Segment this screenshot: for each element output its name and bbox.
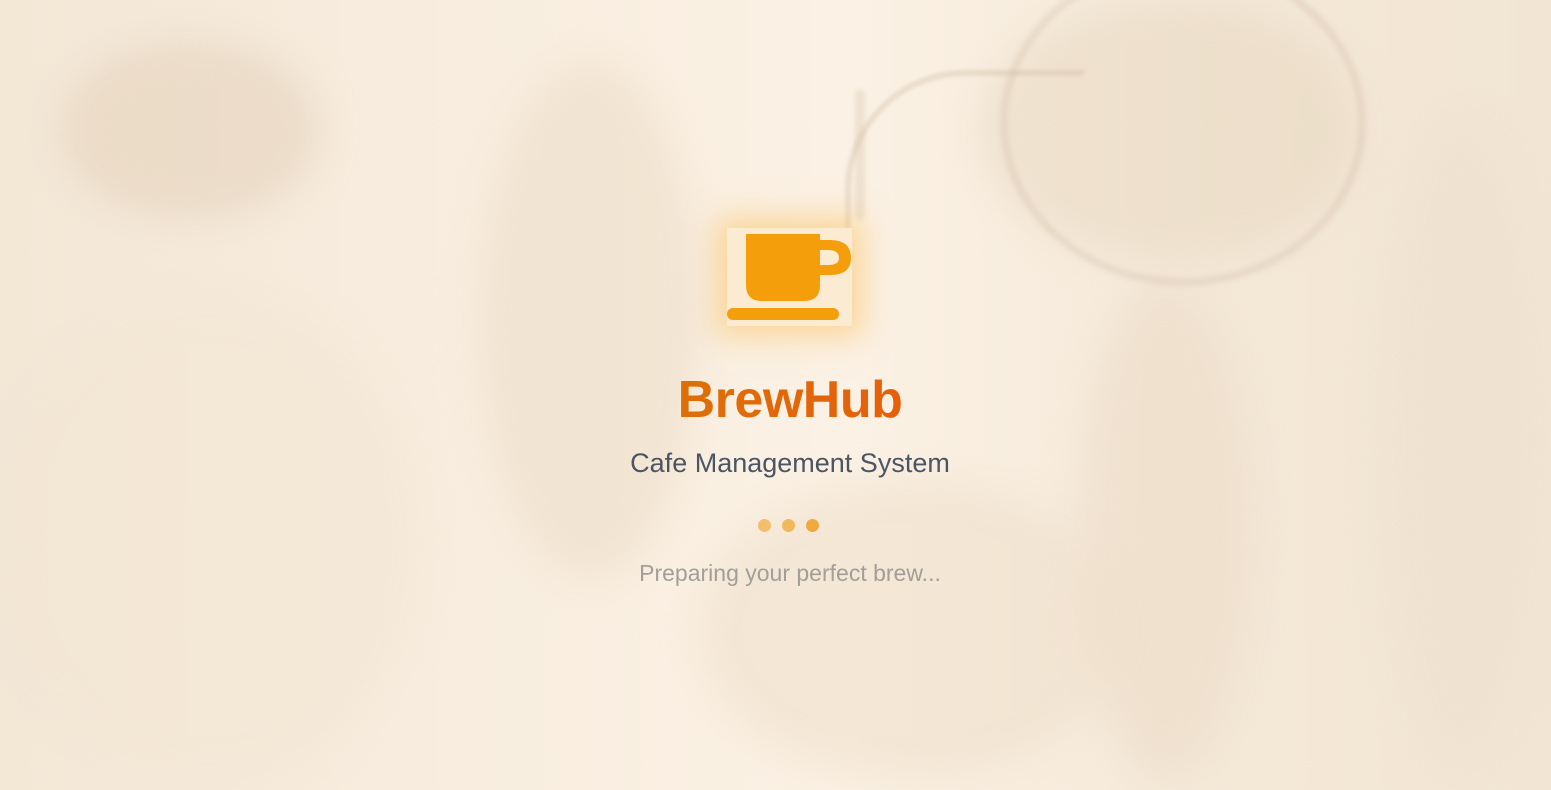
app-title: BrewHub [575, 368, 1005, 432]
loading-dot [782, 519, 795, 532]
loading-indicator [757, 519, 821, 533]
loading-dot [758, 519, 771, 532]
app-tagline: Cafe Management System [630, 448, 950, 478]
splash-screen: BrewHub Cafe Management System Preparing… [0, 0, 1551, 790]
coffee-cup-icon [727, 228, 852, 326]
loading-status-text: Preparing your perfect brew... [639, 560, 941, 586]
loading-dot [806, 519, 819, 532]
